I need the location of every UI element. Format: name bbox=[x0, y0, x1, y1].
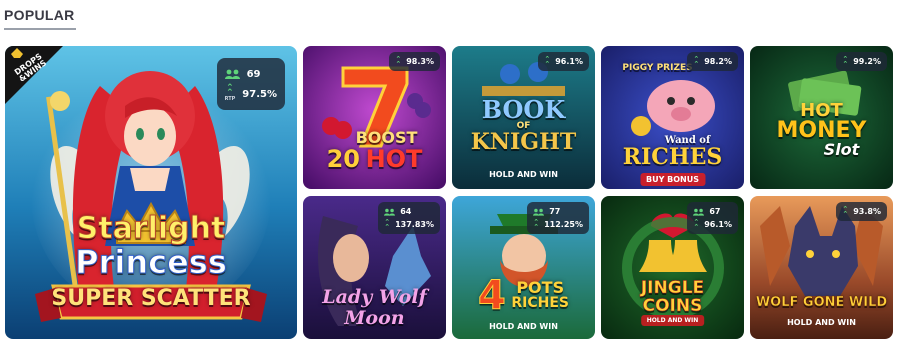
game-tile-4-pots-riches[interactable]: 4 POTS RICHES HOLD AND WIN 77 ⌃ ⌃ 112.25% bbox=[452, 196, 595, 339]
game-subtitle: Wand of RICHES bbox=[622, 135, 723, 170]
rtp-value: 93.8% bbox=[853, 207, 881, 216]
stats-panel: 64 ⌃ ⌃ 137.83% bbox=[378, 202, 440, 234]
game-tile-wand-of-riches[interactable]: PIGGY PRIZES Wand of RICHES BUY BONUS ⌃ ⌃… bbox=[601, 46, 744, 189]
game-tile-book-of-knight[interactable]: BOOK OF KNIGHT HOLD AND WIN ⌃ ⌃ 96.1% bbox=[452, 46, 595, 189]
game-title: BOOK OF KNIGHT bbox=[470, 95, 577, 155]
game-title: 4 POTS RICHES bbox=[477, 273, 570, 319]
game-title: WOLF GONE WILD bbox=[755, 295, 888, 310]
rtp-value: 98.2% bbox=[704, 57, 732, 66]
section-underline bbox=[4, 28, 76, 30]
stats-panel: 77 ⌃ ⌃ 112.25% bbox=[527, 202, 589, 234]
game-title: JINGLE COINS bbox=[640, 278, 705, 316]
rtp-icon: ⌃ ⌃ bbox=[544, 55, 551, 68]
stats-panel: ⌃ ⌃ 99.2% bbox=[836, 52, 887, 71]
rtp-value: 96.1% bbox=[704, 220, 732, 229]
rtp-icon: ⌃ ⌃ RTP bbox=[224, 82, 236, 103]
stats-panel: ⌃ ⌃ 98.2% bbox=[687, 52, 738, 71]
rtp-value: 97.5% bbox=[242, 88, 277, 100]
game-title: Starlight Princess bbox=[75, 211, 228, 281]
player-count: 69 bbox=[246, 68, 261, 80]
game-tile-jingle-coins[interactable]: JINGLE COINS HOLD AND WIN 67 ⌃ ⌃ 96.1% bbox=[601, 196, 744, 339]
rtp-icon: ⌃ ⌃ bbox=[693, 55, 700, 68]
game-tag: HOLD AND WIN bbox=[489, 322, 558, 331]
game-title: HOT MONEY Slot bbox=[776, 100, 867, 159]
game-tile-hot-money[interactable]: HOT MONEY Slot ⌃ ⌃ 99.2% bbox=[750, 46, 893, 189]
drops-and-wins-badge: DROPS &WINS bbox=[5, 46, 73, 114]
players-icon bbox=[533, 208, 545, 216]
player-count: 77 bbox=[549, 207, 561, 216]
rtp-value: 96.1% bbox=[555, 57, 583, 66]
stats-panel: ⌃ ⌃ 93.8% bbox=[836, 202, 887, 221]
game-title: Lady Wolf Moon bbox=[322, 286, 427, 329]
rtp-icon: ⌃ ⌃ bbox=[842, 55, 849, 68]
rtp-icon: ⌃ ⌃ bbox=[384, 218, 391, 231]
stats-panel: ⌃ ⌃ 96.1% bbox=[538, 52, 589, 71]
rtp-value: 137.83% bbox=[395, 220, 434, 229]
players-icon bbox=[384, 208, 396, 216]
stats-panel: ⌃ ⌃ 98.3% bbox=[389, 52, 440, 71]
buy-bonus-tag: BUY BONUS bbox=[639, 173, 706, 186]
rtp-icon: ⌃ ⌃ bbox=[395, 55, 402, 68]
stats-panel: 69 ⌃ ⌃ RTP 97.5% bbox=[216, 58, 285, 110]
game-title: BOOST 20 HOT bbox=[326, 128, 423, 173]
game-tile-lady-wolf-moon[interactable]: Lady Wolf Moon 64 ⌃ ⌃ 137.83% bbox=[303, 196, 446, 339]
game-tile-starlight-princess[interactable]: DROPS &WINS 69 ⌃ ⌃ RTP 97.5% Starlight Prin… bbox=[5, 46, 297, 339]
game-tag: HOLD AND WIN bbox=[489, 170, 558, 179]
game-tag: HOLD AND WIN bbox=[640, 315, 705, 326]
players-icon bbox=[224, 69, 240, 79]
rtp-icon: ⌃ ⌃ bbox=[842, 205, 849, 218]
rtp-icon: ⌃ ⌃ bbox=[533, 218, 540, 231]
game-tile-wolf-gone-wild[interactable]: WOLF GONE WILD HOLD AND WIN ⌃ ⌃ 93.8% bbox=[750, 196, 893, 339]
game-tag: HOLD AND WIN bbox=[787, 318, 856, 327]
player-count: 64 bbox=[400, 207, 412, 216]
rtp-value: 112.25% bbox=[544, 220, 583, 229]
player-count: 67 bbox=[709, 207, 721, 216]
section-title: POPULAR bbox=[4, 7, 75, 23]
stats-panel: 67 ⌃ ⌃ 96.1% bbox=[687, 202, 738, 234]
game-subtitle: SUPER SCATTER bbox=[51, 286, 251, 311]
game-tile-20-boost-hot[interactable]: BOOST 20 HOT ⌃ ⌃ 98.3% bbox=[303, 46, 446, 189]
rtp-value: 98.3% bbox=[406, 57, 434, 66]
rtp-value: 99.2% bbox=[853, 57, 881, 66]
players-icon bbox=[693, 208, 705, 216]
rtp-icon: ⌃ ⌃ bbox=[693, 218, 700, 231]
